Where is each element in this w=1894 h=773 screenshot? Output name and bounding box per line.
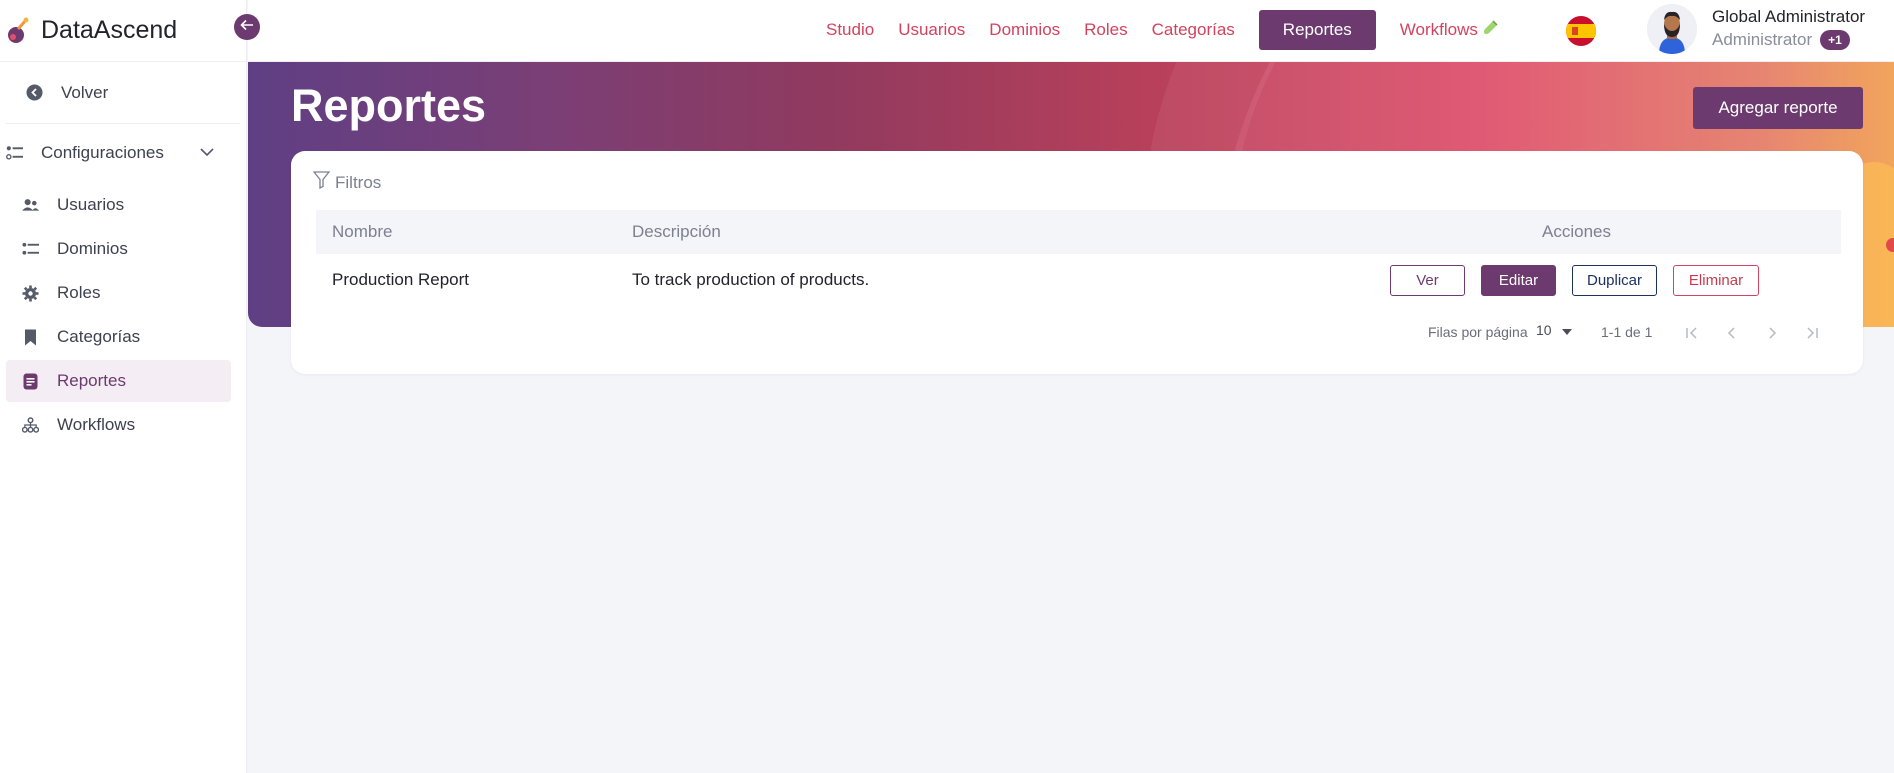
pagination: Filas por página 10 1-1 de 1 [291,321,1863,345]
nav-categorias[interactable]: Categorías [1152,20,1235,40]
nav-studio[interactable]: Studio [826,20,874,40]
sidebar-group-configuraciones[interactable]: Configuraciones [0,124,246,182]
view-button[interactable]: Ver [1390,265,1465,296]
report-name: Production Report [332,270,470,289]
last-page-icon[interactable] [1801,322,1823,344]
caret-down-icon [1561,322,1572,338]
filters-toggle[interactable]: Filtros [312,171,382,194]
sidebar-item-label: Categorías [57,327,141,346]
reports-card: Filtros Nombre Descripción Acciones Prod… [291,151,1863,374]
column-header-descripcion[interactable]: Descripción [632,222,721,242]
list-icon [22,241,39,258]
brand-logo-icon [5,16,29,46]
report-description: To track production of products. [632,270,870,289]
users-icon [22,197,39,214]
column-header-acciones: Acciones [1542,222,1611,241]
report-icon [22,373,39,390]
nav-roles[interactable]: Roles [1084,20,1127,40]
arrow-left-icon [240,18,254,36]
sidebar: DataAscend Volver Configuraciones Usuari… [0,0,247,773]
sidebar-item-label: Usuarios [57,195,125,214]
sidebar-item-usuarios[interactable]: Usuarios [6,184,231,226]
edge-indicator-dot [1886,238,1894,252]
sidebar-group-label: Configuraciones [41,143,164,162]
gear-icon [22,285,39,302]
nav-workflows[interactable]: Workflows [1400,20,1498,40]
bookmark-icon [22,329,39,346]
delete-button[interactable]: Eliminar [1673,265,1759,296]
nav-workflows-label: Workflows [1399,20,1478,39]
rows-per-page-select[interactable]: 10 [1536,322,1572,338]
settings-list-icon [6,145,23,162]
nav-usuarios[interactable]: Usuarios [898,20,965,40]
sidebar-item-reportes[interactable]: Reportes [6,360,231,402]
first-page-icon[interactable] [1681,322,1703,344]
sidebar-item-label: Reportes [57,371,126,390]
sidebar-item-workflows[interactable]: Workflows [6,404,231,446]
back-circle-icon [26,84,43,101]
filters-label: Filtros [335,172,382,192]
sidebar-item-roles[interactable]: Roles [6,272,231,314]
rows-per-page-label: Filas por página [1428,324,1528,340]
brand-name: DataAscend [41,16,178,44]
user-role-label: Administrator [1712,30,1813,49]
table-header: Nombre Descripción Acciones [316,210,1841,254]
sidebar-item-label: Dominios [57,239,128,258]
workflow-icon [22,417,39,434]
chevron-down-icon [200,144,214,162]
user-name: Global Administrator [1712,7,1866,26]
brand[interactable]: DataAscend [0,0,246,62]
duplicate-button[interactable]: Duplicar [1572,265,1657,296]
sidebar-back-label: Volver [61,82,109,102]
sidebar-item-dominios[interactable]: Dominios [6,228,231,270]
nav-reportes[interactable]: Reportes [1258,10,1376,50]
collapse-sidebar-button[interactable] [234,14,260,40]
previous-page-icon[interactable] [1721,322,1743,344]
add-report-button[interactable]: Agregar reporte [1693,87,1863,129]
sidebar-back[interactable]: Volver [6,62,240,124]
table-row: Production Report To track production of… [316,254,1841,304]
top-nav: Studio Usuarios Dominios Roles Categoría… [826,9,1522,51]
pagination-range: 1-1 de 1 [1601,324,1653,340]
sidebar-item-categorias[interactable]: Categorías [6,316,231,358]
column-header-nombre[interactable]: Nombre [332,222,392,242]
filter-icon [312,171,331,194]
next-page-icon[interactable] [1761,322,1783,344]
language-flag-icon[interactable] [1566,16,1596,46]
page-title: Reportes [291,80,487,131]
extra-roles-badge[interactable]: +1 [1820,30,1850,50]
avatar[interactable] [1647,4,1697,54]
sidebar-item-label: Workflows [57,415,136,434]
sidebar-item-label: Roles [57,283,101,302]
flask-icon [1483,20,1498,39]
edit-button[interactable]: Editar [1481,265,1556,296]
nav-dominios[interactable]: Dominios [989,20,1060,40]
rows-per-page-value: 10 [1536,322,1552,338]
user-role: Administrator +1 [1712,30,1850,50]
